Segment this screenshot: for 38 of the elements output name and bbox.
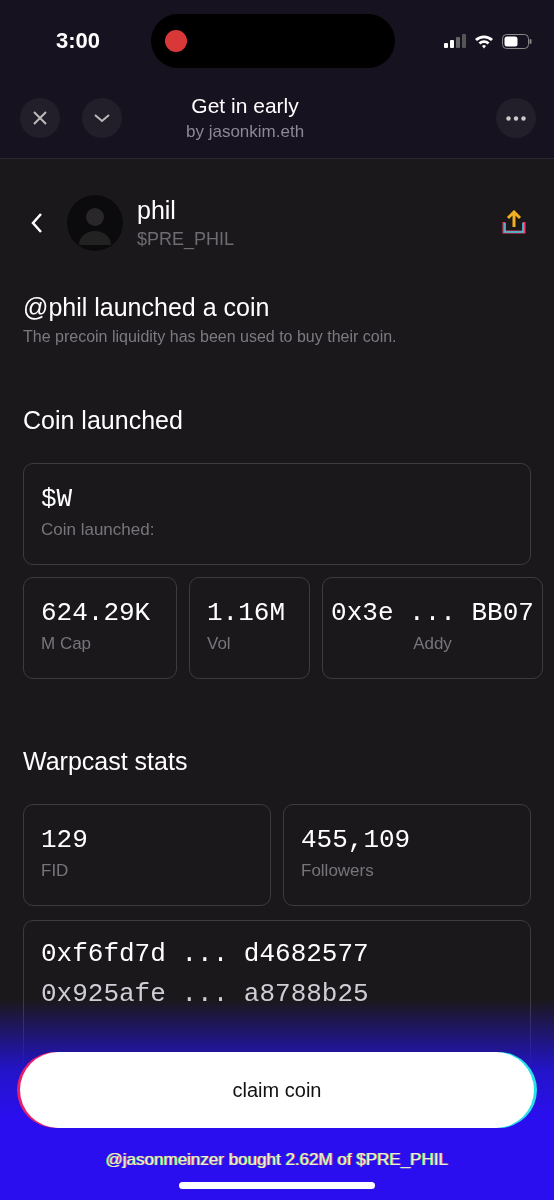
stat-value: 0x3e ... BB07 [331, 598, 534, 628]
stat-label: FID [41, 861, 70, 881]
stat-label: Vol [207, 634, 232, 654]
chevron-down-icon [93, 112, 111, 124]
coin-symbol: $W [41, 484, 74, 514]
close-button[interactable] [20, 98, 60, 138]
coin-ticker: $PRE_PHIL [137, 229, 235, 250]
avatar [67, 195, 123, 251]
app-title: Get in early [191, 94, 299, 118]
section-title: Coin launched [23, 406, 184, 435]
app-author: by jasonkim.eth [186, 122, 305, 142]
wallet-address: 0x925afe ... a8788b25 [41, 979, 370, 1009]
wallet-address: 0xf6fd7d ... d4682577 [41, 939, 370, 969]
profile-name: phil [137, 196, 177, 225]
stat-value: 129 [41, 825, 89, 855]
wifi-icon [474, 33, 494, 49]
activity-ticker: @jasonmeinzer bought 2.62M of $PRE_PHIL [105, 1150, 449, 1170]
signal-icon [444, 34, 466, 48]
more-button[interactable] [496, 98, 536, 138]
stat-label: Followers [301, 861, 375, 881]
share-icon[interactable] [501, 210, 527, 236]
back-icon [31, 212, 43, 234]
close-icon [32, 110, 48, 126]
stat-value: 624.29K [41, 598, 152, 628]
stat-value: 455,109 [301, 825, 412, 855]
stat-label: Addy [413, 634, 452, 654]
collapse-button[interactable] [82, 98, 122, 138]
description: The precoin liquidity has been used to buy their coin. [23, 328, 398, 346]
stat-label: M Cap [41, 634, 93, 654]
status-time: 3:00 [56, 28, 102, 54]
section-title: Warpcast stats [23, 747, 189, 776]
stat-value: 1.16M [207, 598, 286, 628]
coin-label: Coin launched: [41, 520, 156, 540]
more-icon [506, 115, 526, 121]
recording-dot-icon [165, 30, 187, 52]
headline: @phil launched a coin [23, 293, 271, 322]
claim-coin-button[interactable]: claim coin [20, 1052, 534, 1128]
battery-icon [502, 33, 532, 49]
